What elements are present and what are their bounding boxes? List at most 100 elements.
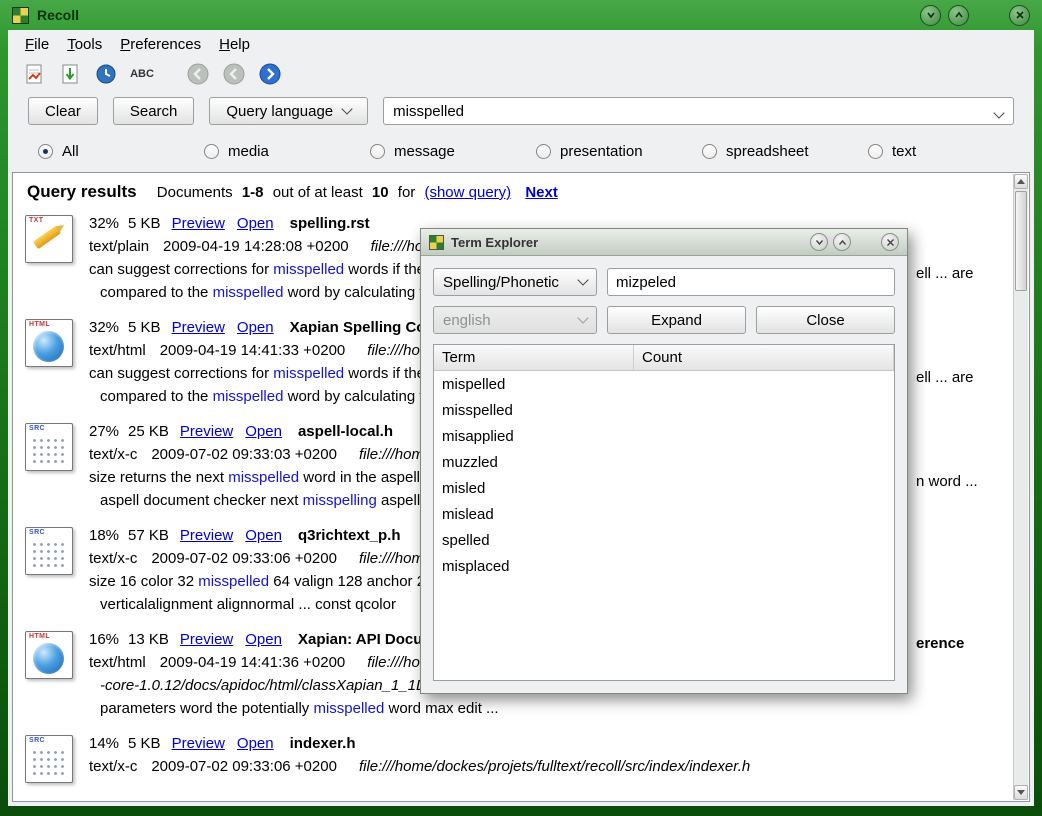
filter-all[interactable]: All <box>38 143 204 160</box>
snippet-text: aspell document checker next <box>100 492 303 509</box>
term-input-wrap <box>607 268 895 296</box>
arrow-right-icon <box>258 62 282 86</box>
next-page-button[interactable] <box>254 59 286 89</box>
doc-date: 2009-04-19 14:41:33 +0200 <box>160 342 346 359</box>
term-row[interactable]: muzzled <box>434 449 894 475</box>
query-mode-label: Query language <box>226 103 333 120</box>
term-row[interactable]: misplaced <box>434 553 894 579</box>
preview-link[interactable]: Preview <box>172 215 225 232</box>
dots-glyph <box>31 541 67 569</box>
filter-media[interactable]: media <box>204 143 370 160</box>
term-input[interactable] <box>608 274 894 291</box>
search-input[interactable] <box>386 103 987 120</box>
filter-row: Allmediamessagepresentationspreadsheette… <box>8 133 1034 172</box>
term-row[interactable]: misled <box>434 475 894 501</box>
dialog-titlebar[interactable]: Term Explorer <box>421 229 907 256</box>
app-icon <box>12 7 29 24</box>
filter-text[interactable]: text <box>868 143 1034 160</box>
menu-help[interactable]: Help <box>210 33 259 56</box>
clear-button[interactable]: Clear <box>28 97 98 125</box>
src-file-icon[interactable]: SRC <box>25 423 73 471</box>
src-file-icon[interactable]: SRC <box>25 527 73 575</box>
term-row[interactable]: misapplied <box>434 423 894 449</box>
chevron-down-icon[interactable] <box>993 107 1004 118</box>
term-row[interactable]: mislead <box>434 501 894 527</box>
term-cell: spelled <box>434 532 634 549</box>
filter-presentation[interactable]: presentation <box>536 143 702 160</box>
term-row[interactable]: mispelled <box>434 371 894 397</box>
doc-history-button[interactable] <box>90 59 122 89</box>
dialog-shade-button[interactable] <box>810 233 828 251</box>
snippet-text: compared to the <box>100 284 213 301</box>
expansion-mode-dropdown[interactable]: Spelling/Phonetic <box>433 268 597 296</box>
open-link[interactable]: Open <box>245 527 282 544</box>
relevance-percent: 32% <box>89 319 119 336</box>
window-shade-button[interactable] <box>920 5 941 26</box>
term-column-header[interactable]: Term <box>434 345 634 370</box>
search-button[interactable]: Search <box>113 97 195 125</box>
relevance-percent: 14% <box>89 735 119 752</box>
arrow-left-icon <box>186 62 210 86</box>
spellcheck-abc-icon: ABC <box>130 68 154 80</box>
dialog-close-button[interactable] <box>881 233 899 251</box>
file-size: 25 KB <box>128 423 169 440</box>
html-file-icon[interactable]: HTML <box>25 631 73 679</box>
show-query-link[interactable]: (show query) <box>424 184 511 201</box>
preview-link[interactable]: Preview <box>172 735 225 752</box>
count-column-header[interactable]: Count <box>634 345 894 370</box>
toolbar: ABC <box>8 57 1034 93</box>
term-row[interactable]: spelled <box>434 527 894 553</box>
language-dropdown[interactable]: english <box>433 306 597 334</box>
term-cell: mislead <box>434 506 634 523</box>
open-link[interactable]: Open <box>237 215 274 232</box>
term-row[interactable]: misspelled <box>434 397 894 423</box>
query-mode-dropdown[interactable]: Query language <box>209 97 368 125</box>
menu-file[interactable]: File <box>16 33 58 56</box>
clear-search-button[interactable] <box>18 59 50 89</box>
snippet-text: can suggest corrections for <box>89 365 273 382</box>
file-type-tag: TXT <box>29 217 43 224</box>
doc-date: 2009-04-19 14:28:08 +0200 <box>163 238 349 255</box>
window-restore-button[interactable] <box>948 5 969 26</box>
prev-page-button[interactable] <box>218 59 250 89</box>
relevance-percent: 16% <box>89 631 119 648</box>
close-icon <box>1015 10 1025 20</box>
txt-file-icon[interactable]: TXT <box>25 215 73 263</box>
radio-icon <box>370 144 385 159</box>
open-link[interactable]: Open <box>245 423 282 440</box>
menu-preferences[interactable]: Preferences <box>111 33 210 56</box>
scroll-up-button[interactable] <box>1014 174 1028 189</box>
preview-link[interactable]: Preview <box>180 423 233 440</box>
window-close-button[interactable] <box>1009 5 1030 26</box>
term-explorer-button[interactable]: ABC <box>126 59 158 89</box>
open-link[interactable]: Open <box>237 319 274 336</box>
window-titlebar[interactable]: Recoll <box>0 0 1042 30</box>
open-link[interactable]: Open <box>237 735 274 752</box>
next-page-link[interactable]: Next <box>525 184 558 201</box>
menu-tools[interactable]: Tools <box>58 33 111 56</box>
preview-link[interactable]: Preview <box>180 631 233 648</box>
src-file-icon[interactable]: SRC <box>25 735 73 783</box>
open-link[interactable]: Open <box>245 631 282 648</box>
results-scrollbar[interactable] <box>1013 174 1028 800</box>
preview-link[interactable]: Preview <box>180 527 233 544</box>
filter-message[interactable]: message <box>370 143 536 160</box>
scrollbar-thumb[interactable] <box>1015 191 1027 291</box>
preview-link[interactable]: Preview <box>172 319 225 336</box>
first-page-button[interactable] <box>182 59 214 89</box>
filter-spreadsheet[interactable]: spreadsheet <box>702 143 868 160</box>
snippet-text: parameters word the potentially <box>100 700 313 717</box>
chevron-up-icon <box>954 10 964 20</box>
out-of-label: out of at least <box>273 184 363 201</box>
scroll-down-button[interactable] <box>1014 785 1028 800</box>
arrow-left-icon <box>222 62 246 86</box>
dialog-restore-button[interactable] <box>833 233 851 251</box>
update-index-button[interactable] <box>54 59 86 89</box>
triangle-down-icon <box>1017 790 1025 795</box>
term-explorer-dialog: Term Explorer Spelling/Phonetic <box>420 228 908 694</box>
dialog-close-action-button[interactable]: Close <box>756 306 895 334</box>
html-file-icon[interactable]: HTML <box>25 319 73 367</box>
expand-button[interactable]: Expand <box>607 306 746 334</box>
overflow-fragment: ell ... are <box>911 262 974 285</box>
file-type-tag: HTML <box>29 321 50 328</box>
